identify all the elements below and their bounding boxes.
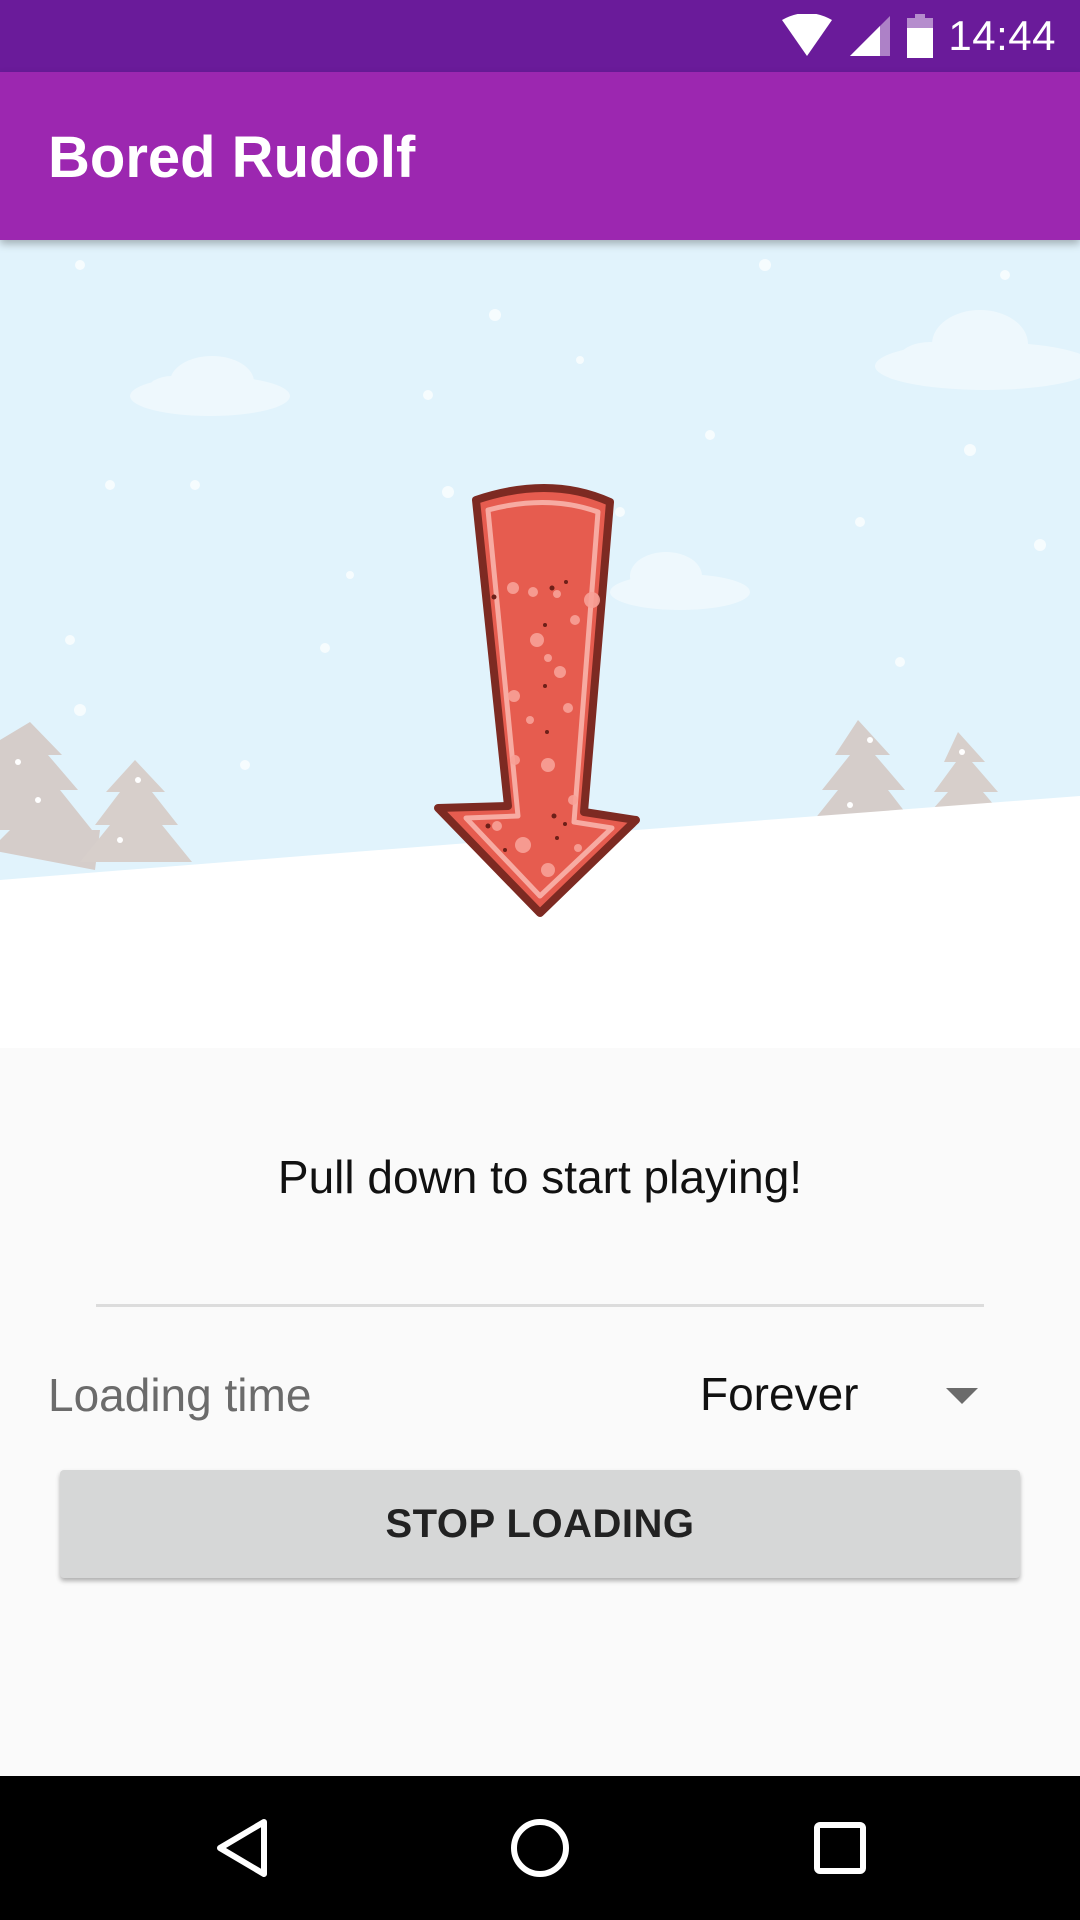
dropdown-arrow-icon — [946, 1388, 978, 1404]
stop-loading-button[interactable]: STOP LOADING — [60, 1470, 1020, 1578]
winter-scene-illustration — [0, 240, 1080, 1048]
back-icon — [217, 1819, 267, 1877]
loading-time-value: Forever — [700, 1368, 859, 1420]
divider — [96, 1304, 984, 1307]
home-icon — [511, 1819, 569, 1877]
cell-signal-icon — [850, 16, 891, 56]
app-bar: Bored Rudolf — [0, 72, 1080, 240]
status-bar: 14:44 — [0, 0, 1080, 72]
status-time: 14:44 — [948, 12, 1056, 59]
loading-time-spinner[interactable]: Forever — [700, 1354, 1000, 1434]
home-button[interactable] — [488, 1796, 592, 1900]
back-button[interactable] — [190, 1796, 294, 1900]
pull-down-instruction: Pull down to start playing! — [277, 1151, 803, 1203]
loading-time-label: Loading time — [48, 1369, 312, 1421]
wifi-icon — [782, 14, 833, 56]
status-icons: 14:44 — [780, 12, 1056, 60]
recents-icon — [814, 1822, 866, 1874]
battery-icon — [907, 14, 934, 58]
app-title: Bored Rudolf — [48, 125, 416, 190]
main-content: Pull down to start playing! Loading time… — [0, 1048, 1080, 1776]
recents-button[interactable] — [788, 1796, 892, 1900]
winter-scene — [0, 240, 1080, 1048]
navigation-bar — [0, 1776, 1080, 1920]
